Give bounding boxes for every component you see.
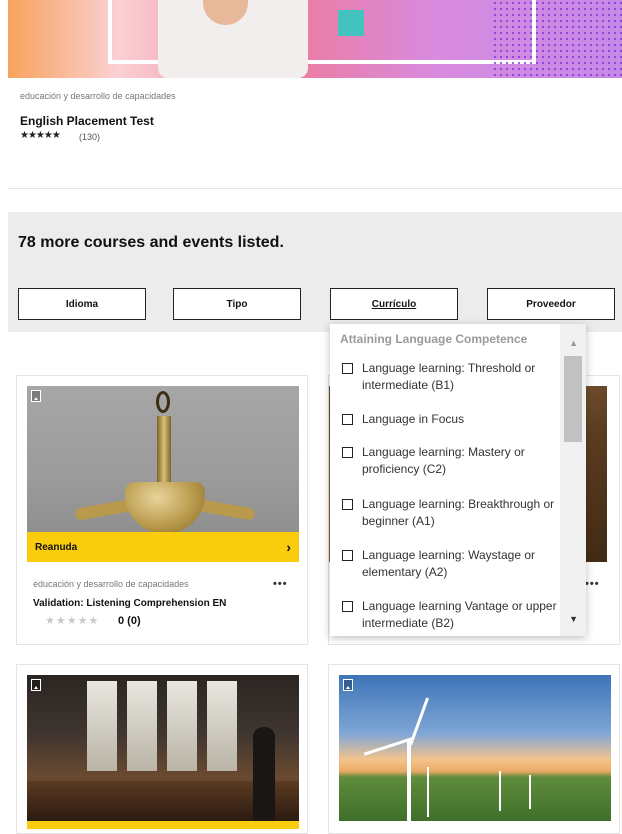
curriculum-option[interactable]: Language learning: Threshold or intermed… — [342, 360, 558, 394]
dropdown-group-heading: Attaining Language Competence — [340, 332, 528, 346]
more-icon[interactable]: ••• — [273, 578, 288, 590]
course-title[interactable]: English Placement Test — [20, 114, 154, 128]
rating-count: (130) — [79, 132, 101, 142]
course-card[interactable] — [328, 664, 620, 834]
curriculum-option[interactable]: Language learning: Mastery or proficienc… — [342, 444, 558, 478]
filter-language-button[interactable]: Idioma — [18, 288, 146, 320]
curriculum-option[interactable]: Language learning Vantage or upper inter… — [342, 598, 558, 632]
rating-count: 0 (0) — [118, 615, 141, 627]
chevron-right-icon: › — [286, 539, 291, 555]
scroll-up-icon[interactable]: ▲ — [569, 338, 578, 348]
checkbox-icon[interactable] — [342, 601, 353, 612]
course-title[interactable]: Validation: Listening Comprehension EN — [33, 598, 226, 609]
curriculum-dropdown[interactable]: Attaining Language Competence Language l… — [330, 324, 586, 636]
checkbox-icon[interactable] — [342, 499, 353, 510]
star-rating: ★★★★★ — [20, 130, 61, 141]
course-card[interactable]: Reanuda › educación y desarrollo de capa… — [16, 375, 308, 645]
curriculum-option[interactable]: Language learning: Breakthrough or begin… — [342, 496, 558, 530]
scrollbar-thumb[interactable] — [564, 356, 582, 442]
checkbox-icon[interactable] — [342, 363, 353, 374]
bookmark-icon[interactable] — [343, 679, 353, 691]
resume-button[interactable]: Reanuda › — [27, 532, 299, 562]
results-banner: 78 more courses and events listed. Idiom… — [8, 212, 622, 332]
course-category: educación y desarrollo de capacidades — [33, 579, 189, 589]
progress-bar — [27, 821, 299, 829]
curriculum-option[interactable]: Language in Focus — [342, 411, 558, 428]
course-image — [339, 675, 611, 821]
scroll-down-icon[interactable]: ▼ — [569, 614, 578, 624]
more-icon[interactable]: ••• — [585, 578, 600, 590]
course-category: educación y desarrollo de capacidades — [20, 91, 176, 101]
star-rating: ★★★★★ — [45, 615, 100, 627]
curriculum-option[interactable]: Language learning: Waystage or elementar… — [342, 547, 558, 581]
results-heading: 78 more courses and events listed. — [18, 234, 284, 251]
checkbox-icon[interactable] — [342, 447, 353, 458]
checkbox-icon[interactable] — [342, 550, 353, 561]
course-hero-image — [8, 0, 622, 78]
bookmark-icon[interactable] — [31, 679, 41, 691]
filter-curriculum-button[interactable]: Currículo — [330, 288, 458, 320]
checkbox-icon[interactable] — [342, 414, 353, 425]
course-image — [27, 386, 299, 532]
filter-provider-button[interactable]: Proveedor — [487, 288, 615, 320]
bookmark-icon[interactable] — [31, 390, 41, 402]
course-card[interactable] — [16, 664, 308, 834]
top-course-card[interactable]: educación y desarrollo de capacidades En… — [8, 0, 622, 189]
course-image — [27, 675, 299, 821]
filter-type-button[interactable]: Tipo — [173, 288, 301, 320]
